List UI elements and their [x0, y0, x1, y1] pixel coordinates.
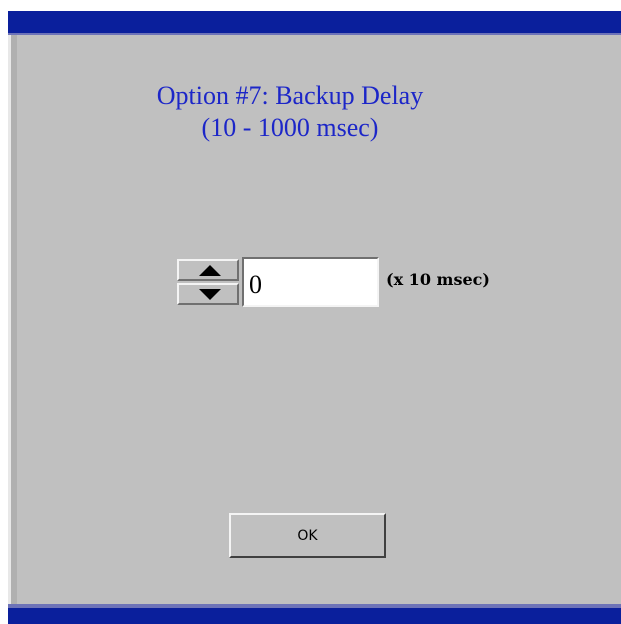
- title-line-1: Option #7: Backup Delay: [156, 81, 424, 110]
- units-label: (x 10 msec): [386, 270, 490, 289]
- title-line-2: (10 - 1000 msec): [201, 113, 379, 142]
- panel-left-bevel: [11, 35, 17, 604]
- dialog-window: Option #7: Backup Delay (10 - 1000 msec)…: [0, 0, 621, 624]
- ok-button[interactable]: OK: [229, 513, 386, 558]
- increment-button[interactable]: [177, 259, 239, 281]
- triangle-down-icon: [199, 289, 221, 300]
- triangle-up-icon: [199, 265, 221, 276]
- delay-spinner: [177, 259, 241, 306]
- decrement-button[interactable]: [177, 283, 239, 305]
- status-bar: [8, 604, 621, 624]
- dialog-title: Option #7: Backup Delay (10 - 1000 msec): [90, 80, 490, 144]
- delay-value-input[interactable]: [242, 257, 379, 307]
- ok-button-label: OK: [297, 527, 318, 544]
- title-bar: [8, 11, 621, 35]
